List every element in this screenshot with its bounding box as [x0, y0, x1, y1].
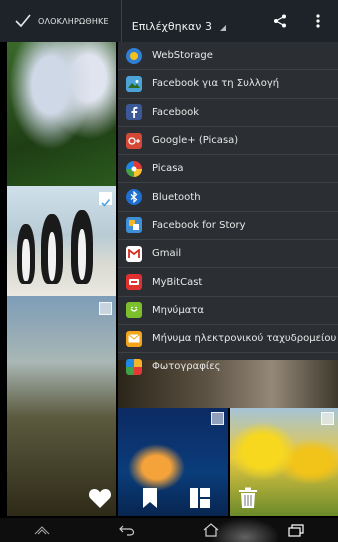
share-item-webstorage[interactable]: WebStorage: [118, 42, 338, 71]
select-checkbox[interactable]: [99, 302, 112, 315]
facebook-icon: [126, 104, 142, 121]
email-icon: [126, 330, 142, 347]
select-checkbox[interactable]: [321, 412, 334, 425]
share-item-google-plus[interactable]: Google+ (Picasa): [118, 127, 338, 156]
share-item-label: Μήνυμα ηλεκτρονικού ταχυδρομείου: [152, 333, 337, 345]
share-item-messages[interactable]: Μηνύματα: [118, 297, 338, 325]
selection-actions-bar: [0, 478, 338, 518]
recent-apps-icon[interactable]: [276, 518, 316, 542]
share-item-facebook-gallery[interactable]: Facebook για τη Συλλογή: [118, 70, 338, 99]
share-icon[interactable]: [270, 11, 290, 31]
selection-count-dropdown[interactable]: Επιλέχθηκαν 3: [132, 9, 227, 33]
photo-hydrangea[interactable]: [7, 42, 116, 186]
bookmark-icon[interactable]: [136, 484, 164, 512]
share-item-photos[interactable]: Φωτογραφίες: [118, 353, 338, 380]
penguin-shape: [17, 224, 35, 284]
messages-icon: [126, 302, 142, 319]
gmail-icon: [126, 245, 142, 262]
layout-icon[interactable]: [186, 484, 214, 512]
done-button[interactable]: ΟΛΟΚΛΗΡΩΘΗΚΕ: [0, 0, 122, 42]
overflow-menu-icon[interactable]: [308, 11, 328, 31]
share-item-label: Μηνύματα: [152, 304, 204, 316]
share-item-email[interactable]: Μήνυμα ηλεκτρονικού ταχυδρομείου: [118, 325, 338, 354]
share-item-label: Picasa: [152, 163, 184, 175]
trash-icon[interactable]: [234, 484, 262, 512]
share-item-facebook-story[interactable]: Facebook for Story: [118, 212, 338, 241]
share-item-label: Facebook για τη Συλλογή: [152, 78, 280, 90]
google-plus-icon: [126, 132, 142, 149]
share-item-label: Bluetooth: [152, 191, 201, 203]
nav-highlight: [210, 518, 280, 542]
navigation-bar: [0, 518, 338, 542]
select-checkbox[interactable]: [211, 412, 224, 425]
share-item-facebook[interactable]: Facebook: [118, 99, 338, 127]
mybitcast-icon: [126, 274, 142, 291]
done-label: ΟΛΟΚΛΗΡΩΘΗΚΕ: [38, 16, 109, 26]
penguin-shape: [41, 214, 63, 284]
share-item-label: Facebook for Story: [152, 219, 246, 231]
share-menu: WebStorage Facebook για τη Συλλογή Faceb…: [118, 42, 338, 375]
share-item-picasa[interactable]: Picasa: [118, 155, 338, 184]
back-icon[interactable]: [107, 518, 147, 542]
action-bar: ΟΛΟΚΛΗΡΩΘΗΚΕ Επιλέχθηκαν 3: [0, 0, 338, 42]
heart-icon[interactable]: [86, 484, 114, 512]
webstorage-icon: [126, 47, 142, 64]
share-item-label: Facebook: [152, 106, 199, 118]
checkmark-icon: [15, 14, 31, 28]
photo-penguins[interactable]: [7, 186, 116, 296]
share-item-mybitcast[interactable]: MyBitCast: [118, 268, 338, 297]
bluetooth-icon: [126, 189, 142, 206]
penguin-shape: [71, 210, 93, 284]
share-item-label: Google+ (Picasa): [152, 135, 239, 147]
share-item-label: Φωτογραφίες: [152, 361, 221, 373]
share-item-label: WebStorage: [152, 50, 213, 62]
chevron-up-icon[interactable]: [22, 518, 62, 542]
facebook-story-icon: [126, 217, 142, 234]
share-item-label: MyBitCast: [152, 276, 203, 288]
share-item-gmail[interactable]: Gmail: [118, 240, 338, 269]
selected-checkbox[interactable]: [99, 192, 112, 207]
facebook-gallery-icon: [126, 75, 142, 92]
picasa-icon: [126, 160, 142, 177]
share-item-label: Gmail: [152, 248, 182, 260]
share-item-bluetooth[interactable]: Bluetooth: [118, 183, 338, 212]
photos-icon: [126, 358, 142, 375]
